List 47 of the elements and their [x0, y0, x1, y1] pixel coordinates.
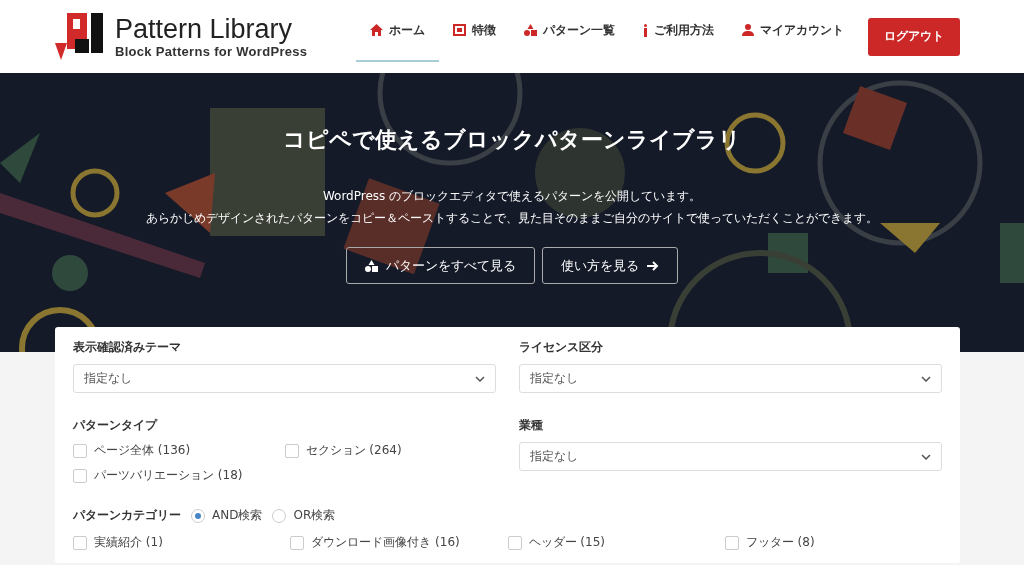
checkbox[interactable]: [73, 443, 87, 458]
checkbox-label: フッター (8): [745, 534, 815, 551]
logo-subtitle: Block Patterns for WordPress: [115, 44, 308, 59]
checkbox-label: ダウンロード画像付き (16): [311, 534, 460, 551]
checkbox[interactable]: [73, 535, 87, 550]
hero-text: あらかじめデザインされたパターンをコピー＆ペーストすることで、見た目そのままご自分のサイトで使っていただくことができます。: [146, 210, 878, 227]
field-label: ライセンス区分: [519, 339, 604, 356]
nav-tab[interactable]: 特徴: [439, 0, 510, 62]
logo-title: Pattern Library: [115, 14, 294, 44]
nav-tab[interactable]: パターン一覧: [510, 0, 629, 62]
hero-title: コピペで使えるブロックパターンライブラリ: [283, 126, 741, 154]
checkbox-label: セクション (264): [305, 442, 402, 459]
shapes-icon: [524, 24, 537, 36]
select-field[interactable]: 指定なし: [519, 442, 942, 471]
field-label: パターンタイプ: [73, 417, 159, 434]
select-field[interactable]: 指定なし: [519, 364, 942, 393]
checkbox-label: パーツバリエーション (18): [94, 467, 243, 484]
chevron-down-icon: [475, 375, 485, 382]
nav-tab[interactable]: ホーム: [356, 0, 439, 62]
radio-label: OR検索: [293, 507, 336, 524]
checkbox[interactable]: [724, 535, 739, 550]
hero-button[interactable]: 使い方を見る: [542, 247, 678, 284]
checkbox-label: ページ全体 (136): [94, 442, 191, 459]
chevron-down-icon: [921, 375, 931, 382]
field-label: 表示確認済みテーマ: [73, 339, 182, 356]
field-label: パターンカテゴリー: [73, 507, 181, 524]
picture-frame-icon: [453, 24, 466, 36]
info-icon: [643, 23, 648, 37]
arrow-right-icon: [647, 260, 659, 271]
checkbox-label: 実績紹介 (1): [94, 534, 163, 551]
radio-label: AND検索: [212, 507, 263, 524]
checkbox[interactable]: [290, 535, 305, 550]
logout-button[interactable]: ログアウト: [868, 17, 960, 56]
hero-button[interactable]: パターンをすべて見る: [346, 247, 535, 284]
checkbox-label: ヘッダー (15): [528, 534, 605, 551]
select-field[interactable]: 指定なし: [73, 364, 496, 393]
home-icon: [370, 24, 383, 36]
user-icon: [742, 24, 754, 36]
nav-tab[interactable]: ご利用方法: [629, 0, 728, 62]
nav-tab[interactable]: マイアカウント: [728, 0, 858, 62]
checkbox[interactable]: [507, 535, 522, 550]
hero-text: WordPress のブロックエディタで使えるパターンを公開しています。: [322, 188, 702, 205]
field-label: 業種: [519, 417, 544, 434]
shapes-icon: [365, 259, 378, 272]
chevron-down-icon: [921, 453, 931, 460]
checkbox[interactable]: [73, 468, 87, 483]
checkbox[interactable]: [284, 443, 299, 458]
